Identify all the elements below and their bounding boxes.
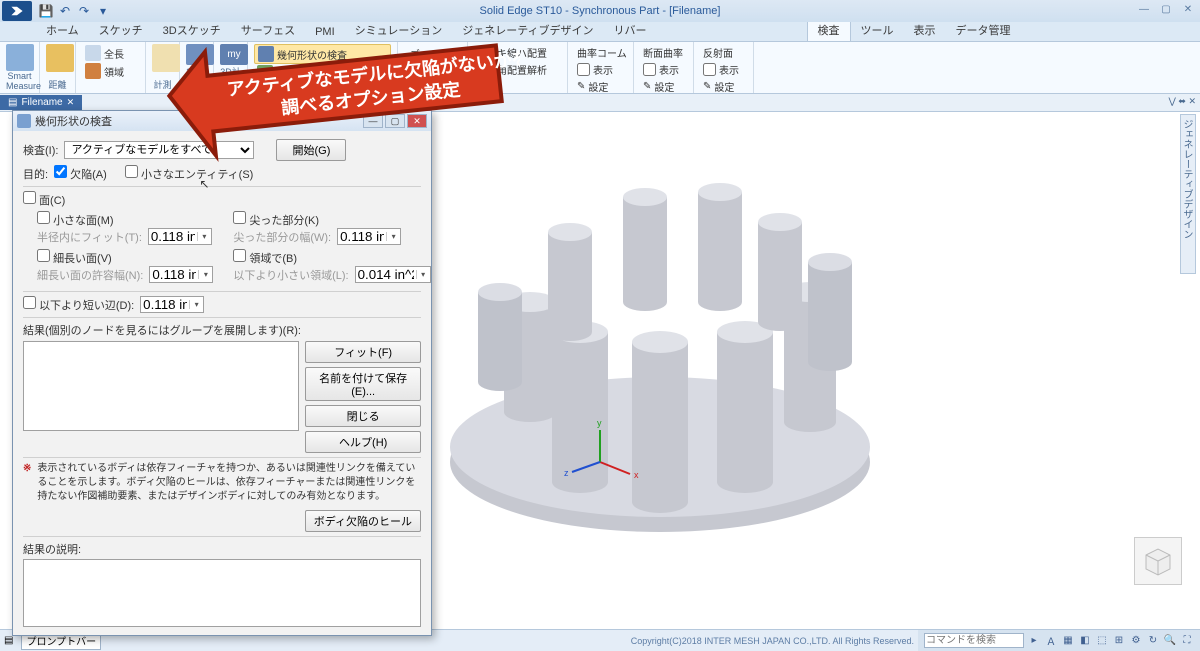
ribbon-pin-icon[interactable]: ⋁ ⬌ ✕ [1169, 96, 1196, 107]
region-input[interactable]: ▾ [355, 266, 431, 283]
file-tab[interactable]: ▤ Filename ✕ [0, 95, 82, 110]
short-edge-input[interactable]: ▾ [140, 296, 204, 313]
copyright-text: Copyright(C)2018 INTER MESH JAPAN CO.,LT… [631, 636, 918, 646]
dialog-title: 幾何形状の検査 [35, 113, 112, 129]
tab-home[interactable]: ホーム [36, 19, 89, 41]
side-panel-generative[interactable]: ジェネレーティブデザイン [1180, 114, 1196, 274]
undo-icon[interactable]: ↶ [57, 3, 73, 19]
tray-icon[interactable]: ▦ [1061, 634, 1075, 648]
tab-sketch[interactable]: スケッチ [89, 19, 153, 41]
short-edge-checkbox[interactable]: 以下より短い辺(D): [23, 296, 134, 313]
tray-icon[interactable]: 🔍 [1163, 634, 1177, 648]
tray-icon[interactable]: ◧ [1078, 634, 1092, 648]
close-button[interactable]: ✕ [1178, 2, 1198, 16]
svg-text:y: y [597, 418, 602, 428]
total-length-button[interactable]: 全長 [82, 44, 139, 62]
redo-icon[interactable]: ↷ [76, 3, 92, 19]
tray-icon[interactable]: ⬚ [1095, 634, 1109, 648]
geometry-inspector-dialog: 幾何形状の検査 — ▢ ✕ 検査(I): アクティブなモデルをすべて 開始(G)… [12, 110, 432, 636]
quick-access-toolbar: 💾 ↶ ↷ ▾ [38, 3, 111, 19]
app-button[interactable] [2, 1, 32, 21]
pointed-checkbox[interactable]: 尖った部分(K) [233, 215, 319, 227]
3d-model: x y z [420, 132, 900, 562]
smart-measure-icon[interactable] [6, 44, 34, 71]
note-mark-icon: ※ [23, 462, 31, 504]
tab-view[interactable]: 表示 [904, 19, 946, 41]
long-face-checkbox[interactable]: 細長い面(V) [37, 253, 112, 265]
cursor-icon: ↖ [199, 177, 209, 191]
results-listbox[interactable] [23, 341, 299, 431]
tab-reverse[interactable]: リバー [604, 19, 657, 41]
prompt-icon[interactable]: ▤ [0, 635, 17, 646]
command-search-input[interactable] [924, 633, 1024, 648]
tab-data[interactable]: データ管理 [946, 19, 1021, 41]
save-icon[interactable]: 💾 [38, 3, 54, 19]
tray-icon[interactable]: ⊞ [1112, 634, 1126, 648]
annotation-callout: アクティブなモデルに欠陥がないかを 調べるオプション設定 [160, 18, 520, 171]
close-dialog-button[interactable]: 閉じる [305, 405, 421, 427]
defect-checkbox[interactable]: 欠陥(A) [54, 165, 107, 182]
tray-icon[interactable]: Ａ [1044, 634, 1058, 648]
close-tab-icon[interactable]: ✕ [67, 97, 75, 108]
svg-text:x: x [634, 470, 639, 480]
file-icon: ▤ [8, 97, 17, 108]
distance-icon[interactable] [46, 44, 74, 72]
window-title: Solid Edge ST10 - Synchronous Part - [Fi… [480, 5, 721, 17]
target-label: 目的: [23, 166, 48, 182]
region-checkbox[interactable]: 領域で(B) [233, 253, 297, 265]
half-fit-input[interactable]: ▾ [148, 228, 212, 245]
area-button[interactable]: 領域 [82, 62, 139, 80]
face-checkbox[interactable]: 面(C) [23, 195, 65, 207]
description-box[interactable] [23, 559, 421, 627]
tray-icon[interactable]: ▸ [1027, 634, 1041, 648]
status-tray: ▸ Ａ ▦ ◧ ⬚ ⊞ ⚙ ↻ 🔍 ⛶ [918, 630, 1200, 651]
view-cube[interactable] [1134, 537, 1182, 585]
small-face-checkbox[interactable]: 小さな面(M) [37, 215, 114, 227]
save-as-button[interactable]: 名前を付けて保存(E)... [305, 367, 421, 401]
dialog-icon [17, 114, 31, 128]
tray-icon[interactable]: ↻ [1146, 634, 1160, 648]
help-button[interactable]: ヘルプ(H) [305, 431, 421, 453]
pointed-width-input[interactable]: ▾ [337, 228, 401, 245]
minimize-button[interactable]: — [1134, 2, 1154, 16]
qat-dropdown-icon[interactable]: ▾ [95, 3, 111, 19]
fit-button[interactable]: フィット(F) [305, 341, 421, 363]
tab-tool[interactable]: ツール [851, 19, 904, 41]
results-label: 結果(個別のノードを見るにはグループを展開します)(R): [23, 325, 301, 337]
tray-icon[interactable]: ⚙ [1129, 634, 1143, 648]
inspect-label: 検査(I): [23, 142, 58, 158]
heal-button[interactable]: ボディ欠陥のヒール [305, 510, 421, 532]
long-face-input[interactable]: ▾ [149, 266, 213, 283]
tray-icon[interactable]: ⛶ [1180, 634, 1194, 648]
desc-label: 結果の説明: [23, 544, 81, 556]
note-text: 表示されているボディは依存フィーチャを持つか、あるいは関連性リンクを備えているこ… [37, 462, 421, 504]
maximize-button[interactable]: ▢ [1156, 2, 1176, 16]
svg-text:z: z [564, 468, 569, 478]
